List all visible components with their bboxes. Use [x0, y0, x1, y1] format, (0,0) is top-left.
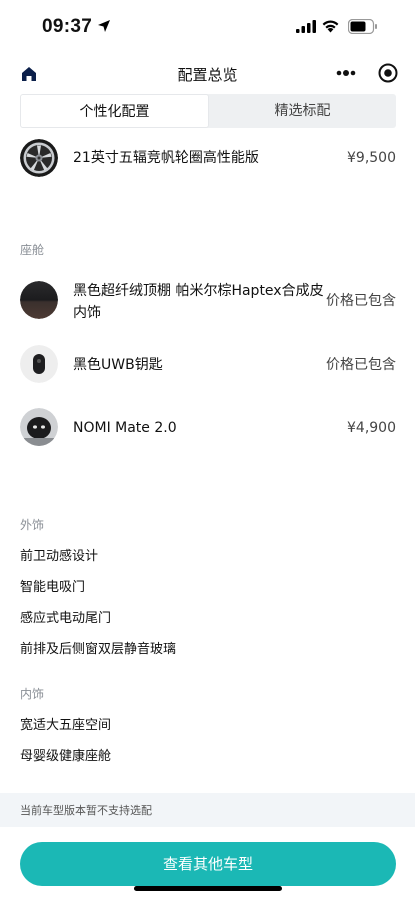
nomi-mate-thumbnail	[20, 408, 58, 446]
feature-item: 前卫动感设计	[20, 549, 99, 564]
list-item-wheel: 21英寸五辐竞帆轮圈高性能版 ¥9,500	[20, 139, 396, 179]
item-price: ¥9,500	[347, 150, 396, 166]
wifi-icon	[322, 20, 339, 33]
status-time: 09:37	[42, 16, 93, 37]
item-name: 21英寸五辐竞帆轮圈高性能版	[73, 150, 259, 166]
item-name: NOMI Mate 2.0	[73, 420, 177, 436]
item-price: 价格已包含	[326, 357, 396, 373]
tab-standard-config[interactable]: 精选标配	[209, 94, 396, 128]
feature-item: 感应式电动尾门	[20, 611, 112, 626]
view-other-models-button[interactable]: 查看其他车型	[20, 842, 396, 886]
item-name: 黑色UWB钥匙	[73, 357, 163, 373]
config-tabs: 个性化配置 精选标配	[20, 94, 396, 128]
notice-text: 当前车型版本暂不支持选配	[20, 804, 152, 817]
close-miniprogram-icon[interactable]	[377, 62, 399, 84]
item-price: 价格已包含	[326, 293, 396, 309]
home-indicator	[134, 886, 282, 891]
tab-personalized-config[interactable]: 个性化配置	[20, 94, 209, 128]
section-label-exterior: 外饰	[20, 518, 45, 532]
list-item-uwb-key: 黑色UWB钥匙 价格已包含	[20, 345, 396, 385]
list-item-nomi-mate: NOMI Mate 2.0 ¥4,900	[20, 408, 396, 448]
section-label-cabin: 座舱	[20, 243, 45, 257]
wheel-thumbnail	[20, 139, 58, 177]
item-price: ¥4,900	[347, 420, 396, 436]
item-name: 黑色超纤绒顶棚 帕米尔棕Haptex合成皮内饰	[73, 283, 324, 321]
more-options-icon[interactable]	[335, 66, 357, 80]
interior-material-thumbnail	[20, 281, 58, 319]
location-arrow-icon	[98, 20, 110, 32]
feature-item: 宽适大五座空间	[20, 718, 112, 733]
uwb-key-thumbnail	[20, 345, 58, 383]
battery-icon	[348, 19, 377, 34]
notice-banner: 当前车型版本暂不支持选配	[0, 793, 415, 827]
feature-item: 前排及后侧窗双层静音玻璃	[20, 642, 177, 657]
cellular-signal-icon	[296, 20, 316, 33]
navigation-bar: 配置总览	[0, 56, 415, 92]
list-item-headliner-interior: 黑色超纤绒顶棚 帕米尔棕Haptex合成皮内饰 价格已包含	[20, 280, 396, 324]
status-bar: 09:37	[0, 0, 415, 54]
feature-item: 母婴级健康座舱	[20, 749, 112, 764]
feature-item: 智能电吸门	[20, 580, 86, 595]
section-label-interior: 内饰	[20, 687, 45, 701]
